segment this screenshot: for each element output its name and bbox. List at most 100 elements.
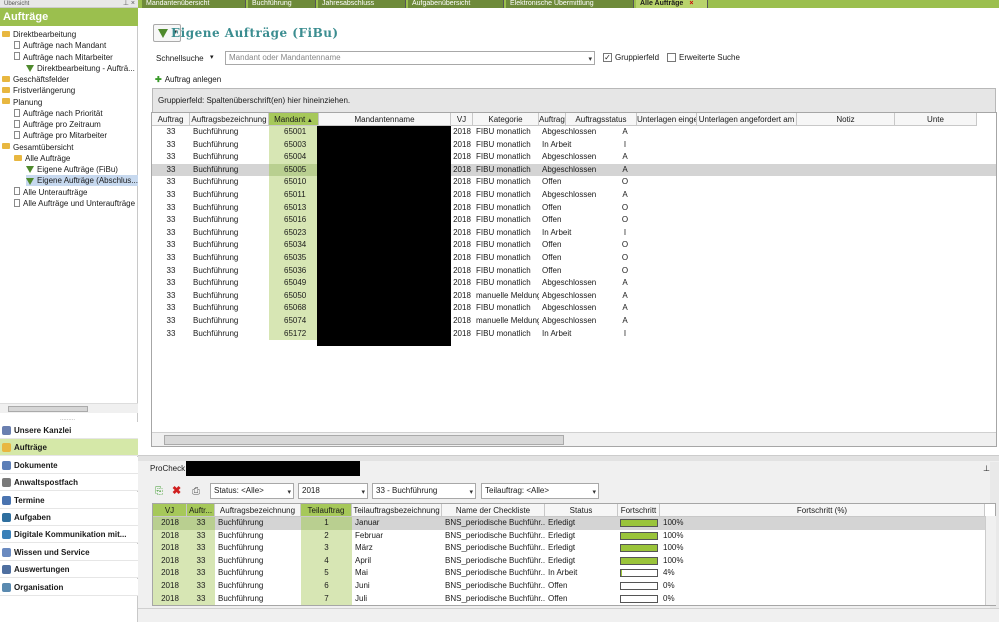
column-header[interactable]: Notiz [797,113,895,126]
column-header[interactable]: Name der Checkliste [442,504,545,517]
tree-item[interactable]: Aufträge nach Priorität [14,108,103,119]
column-header[interactable]: Unterlagen eingegangen am [637,113,697,126]
tab[interactable]: Mandantenübersicht [142,0,246,8]
table-row[interactable]: 2018 33 Buchführung 7 Juli BNS_periodische Bu… [153,592,995,605]
checkbox-checked-icon[interactable]: ✓ [603,53,612,63]
tab[interactable]: Alle Aufträge × [636,0,708,8]
tree-item[interactable]: Aufträge pro Mitarbeiter [14,130,107,141]
column-header[interactable]: VJ [153,504,187,517]
table-row[interactable]: 33 Buchführung 65068 2018 FIBU monatlich Abge… [152,302,996,315]
column-header[interactable]: Status [545,504,618,517]
nav-button[interactable]: Unsere Kanzlei [0,422,138,439]
table-row[interactable]: 2018 33 Buchführung 1 Januar BNS_periodische … [153,517,995,530]
nav-button[interactable]: Dokumente [0,456,138,474]
table-row[interactable]: 33 Buchführung 65003 2018 FIBU monatlich In A… [152,138,996,152]
vertical-scrollbar[interactable] [985,516,996,605]
status-select[interactable]: Status: <Alle> ▾ [210,483,294,499]
column-header[interactable]: Auftragsbezeichnung [190,113,269,126]
scrollbar-thumb[interactable] [8,406,88,412]
pin-icon[interactable]: ⊥ × [123,0,135,8]
column-header[interactable]: Mandant ▲ [269,113,319,126]
nav-button[interactable]: Anwaltspostfach [0,474,138,492]
column-header[interactable]: Fortschritt (%) [660,504,985,517]
tree-item[interactable]: Aufträge nach Mitarbeiter [14,52,113,63]
grid-horizontal-scrollbar[interactable] [152,432,996,446]
column-header[interactable]: Auftragsstatus [566,113,637,126]
chevron-down-icon[interactable]: ▾ [588,54,592,66]
print-icon[interactable]: ⎙ [192,486,203,497]
column-header[interactable]: VJ [451,113,473,126]
table-row[interactable]: 33 Buchführung 65023 2018 FIBU monatlich In A… [152,226,996,240]
nav-button[interactable]: Termine [0,491,138,509]
tree-item[interactable]: Eigene Aufträge (FiBu) [26,164,118,175]
table-row[interactable]: 33 Buchführung 65035 2018 FIBU monatlich Offe… [152,252,996,265]
suborder-select[interactable]: Teilauftrag: <Alle> ▾ [481,483,599,499]
column-header[interactable]: Mandantenname [319,113,451,126]
table-row[interactable]: 33 Buchführung 65001 2018 FIBU monatlich Abge… [152,126,996,139]
pin-icon[interactable]: ⊥ [983,464,990,473]
tab[interactable]: Elektronische Übermittlung [506,0,634,8]
table-row[interactable]: 33 Buchführung 65011 2018 FIBU monatlich Abge… [152,189,996,202]
column-header[interactable]: Auftr... [187,504,215,517]
add-order-button[interactable]: ✚ Auftrag anlegen [155,75,221,84]
delete-icon[interactable]: ✖ [172,486,183,497]
group-by-panel[interactable]: Gruppierfeld: Spaltenüberschrift(en) hie… [152,88,996,112]
table-row[interactable]: 2018 33 Buchführung 2 Februar BNS_periodische… [153,529,995,543]
column-header[interactable]: Teilauftragsbezeichnung [352,504,442,517]
table-row[interactable]: 2018 33 Buchführung 5 Mai BNS_periodische Buc… [153,567,995,580]
column-header[interactable]: Teilauftrag [301,504,352,517]
table-row[interactable]: 33 Buchführung 65036 2018 FIBU monatlich Offe… [152,264,996,278]
close-icon[interactable]: × [689,0,693,7]
tree-item[interactable]: Alle Unteraufträge [14,187,87,198]
table-row[interactable]: 33 Buchführung 65034 2018 FIBU monatlich Offe… [152,239,996,252]
nav-button[interactable]: Organisation [0,578,138,596]
table-row[interactable]: 33 Buchführung 65172 2018 FIBU monatlich In A… [152,327,996,341]
nav-button[interactable]: Wissen und Service [0,543,138,561]
horizontal-scrollbar[interactable] [0,403,138,413]
groupfield-checkbox[interactable]: ✓ Gruppierfeld [603,53,659,63]
order-select[interactable]: 33 - Buchführung ▾ [372,483,476,499]
table-row[interactable]: 33 Buchführung 65004 2018 FIBU monatlich Abge… [152,151,996,164]
year-select[interactable]: 2018 ▾ [298,483,368,499]
tree-item[interactable]: Direktbearbeitung - Aufträ... [26,63,135,74]
tree-item[interactable]: Planung [2,97,42,108]
table-row[interactable]: 2018 33 Buchführung 6 Juni BNS_periodische Bu… [153,580,995,593]
nav-button[interactable]: Digitale Kommunikation mit... [0,526,138,544]
table-row[interactable]: 33 Buchführung 65005 2018 FIBU monatlich Abge… [152,163,996,177]
table-row[interactable]: 2018 33 Buchführung 3 März BNS_periodische Bu… [153,542,995,555]
tree-item[interactable]: Eigene Aufträge (Abschlus... [26,175,138,187]
tab[interactable]: Jahresabschluss [318,0,406,8]
quicksearch-mode-dropdown[interactable]: ▾ [210,53,214,61]
column-header[interactable]: Auftragsbezeichnung [215,504,301,517]
column-header[interactable]: Auftragsstatus_Bez [539,113,566,126]
table-row[interactable]: 33 Buchführung 65010 2018 FIBU monatlich Offe… [152,176,996,189]
table-row[interactable]: 33 Buchführung 65050 2018 manuelle Meldungen… [152,289,996,303]
column-header[interactable]: Fortschritt [618,504,660,517]
tree-item[interactable]: Direktbearbeitung [2,29,76,40]
tree-item[interactable]: Gesamtübersicht [2,142,73,153]
extended-search-checkbox[interactable]: Erweiterte Suche [667,53,740,63]
column-header[interactable]: Unte [895,113,977,126]
checkbox-icon[interactable] [667,53,676,63]
tree-item[interactable]: Alle Aufträge und Unteraufträge [14,198,135,209]
search-input[interactable]: Mandant oder Mandantenname ▾ [225,51,595,65]
nav-button[interactable]: Auswertungen [0,561,138,579]
table-row[interactable]: 33 Buchführung 65013 2018 FIBU monatlich Offe… [152,201,996,215]
tree-item[interactable]: Fristverlängerung [2,85,75,96]
nav-button[interactable]: Aufträge [0,439,138,457]
tab[interactable]: Aufgabenübersicht [408,0,504,8]
table-row[interactable]: 2018 33 Buchführung 4 April BNS_periodische B… [153,554,995,568]
column-header[interactable]: Auftrag [152,113,190,126]
tree-item[interactable]: Alle Aufträge [14,153,70,164]
tree-item[interactable]: Aufträge pro Zeitraum [14,119,101,130]
table-row[interactable]: 33 Buchführung 65016 2018 FIBU monatlich Offe… [152,214,996,227]
add-checklist-icon[interactable]: ⎘ [155,486,166,497]
table-row[interactable]: 33 Buchführung 65074 2018 manuelle Meldungen… [152,315,996,328]
column-header[interactable]: Unterlagen angefordert am [697,113,797,126]
tree-item[interactable]: Geschäftsfelder [2,74,69,85]
scrollbar-thumb[interactable] [164,435,564,445]
column-header[interactable]: Kategorie [473,113,539,126]
tree-item[interactable]: Aufträge nach Mandant [14,40,106,51]
tab[interactable]: Buchführung [248,0,316,8]
table-row[interactable]: 33 Buchführung 65049 2018 FIBU monatlich Abge… [152,277,996,290]
